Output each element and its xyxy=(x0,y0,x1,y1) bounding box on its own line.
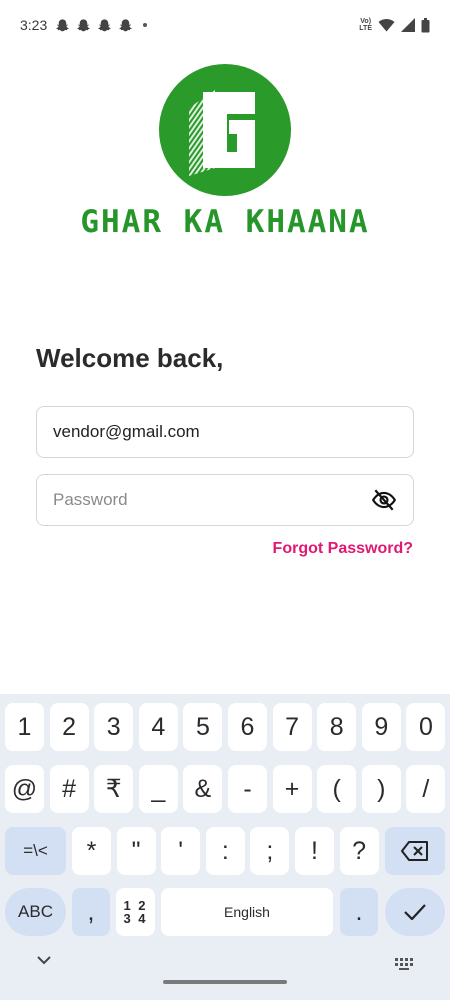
key-symbol[interactable]: _ xyxy=(138,765,178,813)
comma-key[interactable]: , xyxy=(72,888,110,936)
key-digit-5[interactable]: 5 xyxy=(183,703,223,751)
key-symbol[interactable]: ) xyxy=(361,765,401,813)
key-symbol[interactable]: / xyxy=(406,765,446,813)
key-digit-9[interactable]: 9 xyxy=(361,703,401,751)
chevron-down-icon[interactable] xyxy=(37,956,51,965)
key-symbol[interactable]: # xyxy=(49,765,89,813)
brand-name: GHAR KA KHAANA xyxy=(80,204,370,240)
status-right: Vo) LTE xyxy=(359,17,430,33)
key-symbol[interactable]: : xyxy=(205,827,245,875)
status-time: 3:23 xyxy=(20,17,48,33)
snapchat-icon xyxy=(119,18,133,31)
logo-g-icon xyxy=(189,90,255,176)
volte-indicator: Vo) LTE xyxy=(359,18,372,32)
battery-icon xyxy=(421,17,430,32)
email-field[interactable]: vendor@gmail.com xyxy=(36,406,414,458)
logo-circle xyxy=(159,64,291,196)
email-value: vendor@gmail.com xyxy=(53,422,200,441)
numpad-key[interactable]: 1 2 3 4 xyxy=(116,888,155,936)
key-symbol[interactable]: & xyxy=(183,765,223,813)
key-digit-8[interactable]: 8 xyxy=(317,703,357,751)
status-left: 3:23 xyxy=(20,17,148,33)
snapchat-icon xyxy=(77,18,91,31)
signal-icon xyxy=(401,18,415,32)
backspace-key[interactable] xyxy=(385,827,445,875)
key-symbol[interactable]: + xyxy=(272,765,312,813)
key-symbol[interactable]: @ xyxy=(5,765,44,813)
lte-label: LTE xyxy=(359,25,372,32)
key-symbol[interactable]: * xyxy=(72,827,111,875)
key-symbol[interactable]: ( xyxy=(317,765,357,813)
key-digit-7[interactable]: 7 xyxy=(272,703,312,751)
key-symbol[interactable]: ' xyxy=(161,827,201,875)
symbol-keyboard: 1234567890 @ # ₹ _ & - +() / =\< * " ':;!? ABC , … xyxy=(0,694,450,1000)
keyboard-row-symbols: @ # ₹ _ & - +() / xyxy=(0,765,450,815)
key-digit-6[interactable]: 6 xyxy=(228,703,267,751)
navigation-bar xyxy=(0,946,450,1000)
key-symbol[interactable]: ? xyxy=(339,827,379,875)
checkmark-icon xyxy=(404,904,426,920)
key-symbol[interactable]: ; xyxy=(250,827,290,875)
password-field[interactable]: Password xyxy=(36,474,414,526)
status-bar: 3:23 Vo) LTE xyxy=(0,0,450,50)
keyboard-row-bottom: ABC , 1 2 3 4 English . xyxy=(0,888,450,938)
key-symbol[interactable]: " xyxy=(116,827,156,875)
welcome-heading: Welcome back, xyxy=(36,343,224,373)
key-digit-0[interactable]: 0 xyxy=(406,703,446,751)
snapchat-icon xyxy=(98,18,112,31)
snapchat-icon xyxy=(56,18,70,31)
backspace-icon xyxy=(401,841,428,861)
numpad-label-bottom: 3 4 xyxy=(123,911,148,926)
key-symbol[interactable]: - xyxy=(228,765,267,813)
keyboard-row-numbers: 1234567890 xyxy=(0,703,450,753)
brand-logo: GHAR KA KHAANA xyxy=(0,64,450,240)
visibility-off-icon[interactable] xyxy=(371,487,397,513)
login-screen: 3:23 Vo) LTE GHAR KA KHAANA Welcome back… xyxy=(0,0,450,1000)
more-notifications-dot xyxy=(143,23,148,27)
period-key[interactable]: . xyxy=(340,888,378,936)
forgot-password-link[interactable]: Forgot Password? xyxy=(273,540,413,558)
key-digit-2[interactable]: 2 xyxy=(49,703,89,751)
volte-label: Vo) xyxy=(360,18,372,25)
enter-key[interactable] xyxy=(385,888,445,936)
wifi-icon xyxy=(378,18,395,32)
space-key[interactable]: English xyxy=(161,888,333,936)
shift-symbols-key[interactable]: =\< xyxy=(5,827,66,875)
key-symbol[interactable]: ! xyxy=(295,827,334,875)
abc-key[interactable]: ABC xyxy=(5,888,66,936)
key-digit-1[interactable]: 1 xyxy=(5,703,44,751)
key-symbol[interactable]: ₹ xyxy=(94,765,134,813)
key-digit-4[interactable]: 4 xyxy=(138,703,178,751)
home-gesture-bar[interactable] xyxy=(163,980,287,984)
password-placeholder: Password xyxy=(53,490,128,509)
key-digit-3[interactable]: 3 xyxy=(94,703,134,751)
keyboard-switch-icon[interactable] xyxy=(395,958,413,970)
keyboard-row-symbols-2: =\< * " ':;!? xyxy=(0,827,450,877)
